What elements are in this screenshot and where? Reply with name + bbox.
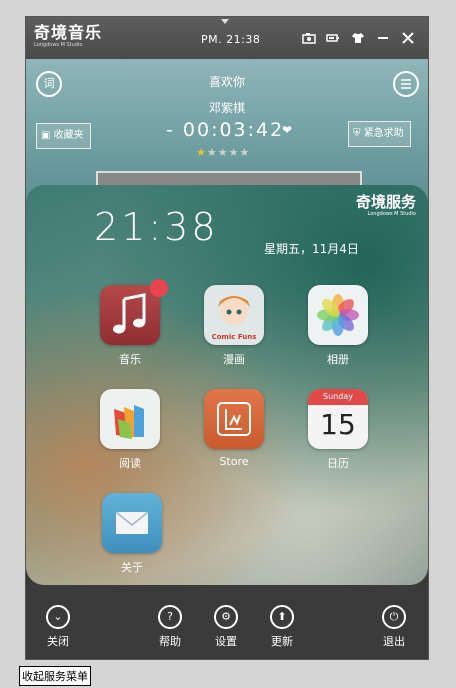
app-store[interactable]: Store: [194, 389, 274, 468]
music-note-icon: [100, 279, 168, 345]
dropdown-caret-icon[interactable]: [221, 19, 229, 24]
arrow-up-icon: ⬆: [270, 605, 294, 629]
app-label: Store: [219, 455, 249, 468]
folder-heart-icon: ▣: [41, 130, 51, 141]
power-icon: ⏻: [382, 605, 406, 629]
service-clock: 21:38: [94, 205, 219, 249]
app-logo: 奇境音乐 Longdows M Studio: [34, 24, 102, 49]
exit-button[interactable]: ⏻ 退出: [374, 605, 414, 649]
mail-icon: [102, 493, 162, 553]
shield-icon: ⛨: [353, 128, 361, 139]
favorites-label: 收藏夹: [53, 130, 84, 141]
store-icon: [204, 389, 264, 449]
calendar-icon: Sunday 15: [308, 389, 368, 449]
bottom-toolbar: ⌄ 关闭 ? 帮助 ⚙ 设置 ⬆ 更新 ⏻ 退出: [26, 585, 428, 659]
title-clock: PM. 21:38: [201, 33, 261, 46]
title-bar: 奇境音乐 Longdows M Studio PM. 21:38: [26, 17, 428, 59]
close-label: 关闭: [47, 635, 69, 648]
book-icon: [100, 389, 160, 449]
song-title: 喜欢你: [208, 75, 245, 89]
favorites-button[interactable]: ▣ 收藏夹: [36, 123, 91, 149]
help-label: 帮助: [159, 635, 181, 648]
shirt-icon[interactable]: [351, 31, 365, 45]
service-panel: 21:38 星期五，11月4日 奇境服务 Longdows M Studio 音…: [26, 185, 428, 585]
heart-icon[interactable]: ❤: [282, 123, 292, 137]
service-logo: 奇境服务 Longdows M Studio: [356, 193, 416, 218]
settings-label: 设置: [215, 635, 237, 648]
update-label: 更新: [271, 635, 293, 648]
star-icon[interactable]: ★: [229, 146, 240, 159]
minimize-icon[interactable]: [376, 31, 390, 45]
calendar-weekday: Sunday: [308, 389, 368, 405]
star-icon[interactable]: ★: [240, 146, 251, 159]
star-icon[interactable]: ★: [196, 146, 207, 159]
app-label: 关于: [121, 561, 143, 574]
help-icon: ?: [158, 605, 182, 629]
update-button[interactable]: ⬆ 更新: [262, 605, 302, 649]
emergency-label: 紧急求助: [363, 128, 404, 139]
app-reading[interactable]: 阅读: [90, 389, 170, 471]
star-icon[interactable]: ★: [207, 146, 218, 159]
comic-icon-text: Comic Funs: [211, 333, 257, 341]
service-logo-name: 奇境服务: [355, 193, 416, 211]
star-icon[interactable]: ★: [218, 146, 229, 159]
close-icon[interactable]: [401, 31, 415, 45]
app-label: 漫画: [223, 353, 245, 366]
gear-icon: ⚙: [214, 605, 238, 629]
service-date: 星期五，11月4日: [264, 242, 359, 256]
close-menu-button[interactable]: ⌄ 关闭: [38, 605, 78, 649]
photos-flower-icon: [308, 285, 368, 345]
app-name: 奇境音乐: [34, 23, 103, 42]
app-subtitle: Longdows M Studio: [34, 42, 83, 48]
comic-icon: Comic Funs: [204, 285, 264, 345]
app-window: 奇境音乐 Longdows M Studio PM. 21:38 词 ▣ 收藏夹: [26, 17, 428, 659]
rating-stars[interactable]: ★★★★★: [196, 146, 250, 159]
service-logo-sub: Longdows M Studio: [367, 211, 416, 217]
app-calendar[interactable]: Sunday 15 日历: [298, 389, 378, 471]
exit-label: 退出: [383, 635, 405, 648]
app-comic[interactable]: Comic Funs 漫画: [194, 285, 274, 367]
app-label: 音乐: [119, 353, 141, 366]
app-label: 日历: [327, 457, 349, 470]
app-about[interactable]: 关于: [92, 493, 172, 575]
calendar-day: 15: [320, 408, 356, 441]
remaining-time: - 00:03:42: [166, 119, 285, 141]
camera-icon[interactable]: [302, 31, 316, 45]
notification-badge: [150, 279, 168, 297]
help-button[interactable]: ? 帮助: [150, 605, 190, 649]
emergency-button[interactable]: ⛨ 紧急求助: [348, 121, 411, 147]
app-music[interactable]: 音乐: [90, 279, 170, 367]
app-label: 相册: [327, 353, 349, 366]
artist-name: 邓紫棋: [208, 101, 245, 115]
app-label: 阅读: [119, 457, 141, 470]
battery-icon[interactable]: [326, 31, 340, 45]
app-photos[interactable]: 相册: [298, 285, 378, 367]
tooltip: 收起服务菜单: [19, 666, 91, 686]
settings-button[interactable]: ⚙ 设置: [206, 605, 246, 649]
chevron-down-icon: ⌄: [46, 605, 70, 629]
